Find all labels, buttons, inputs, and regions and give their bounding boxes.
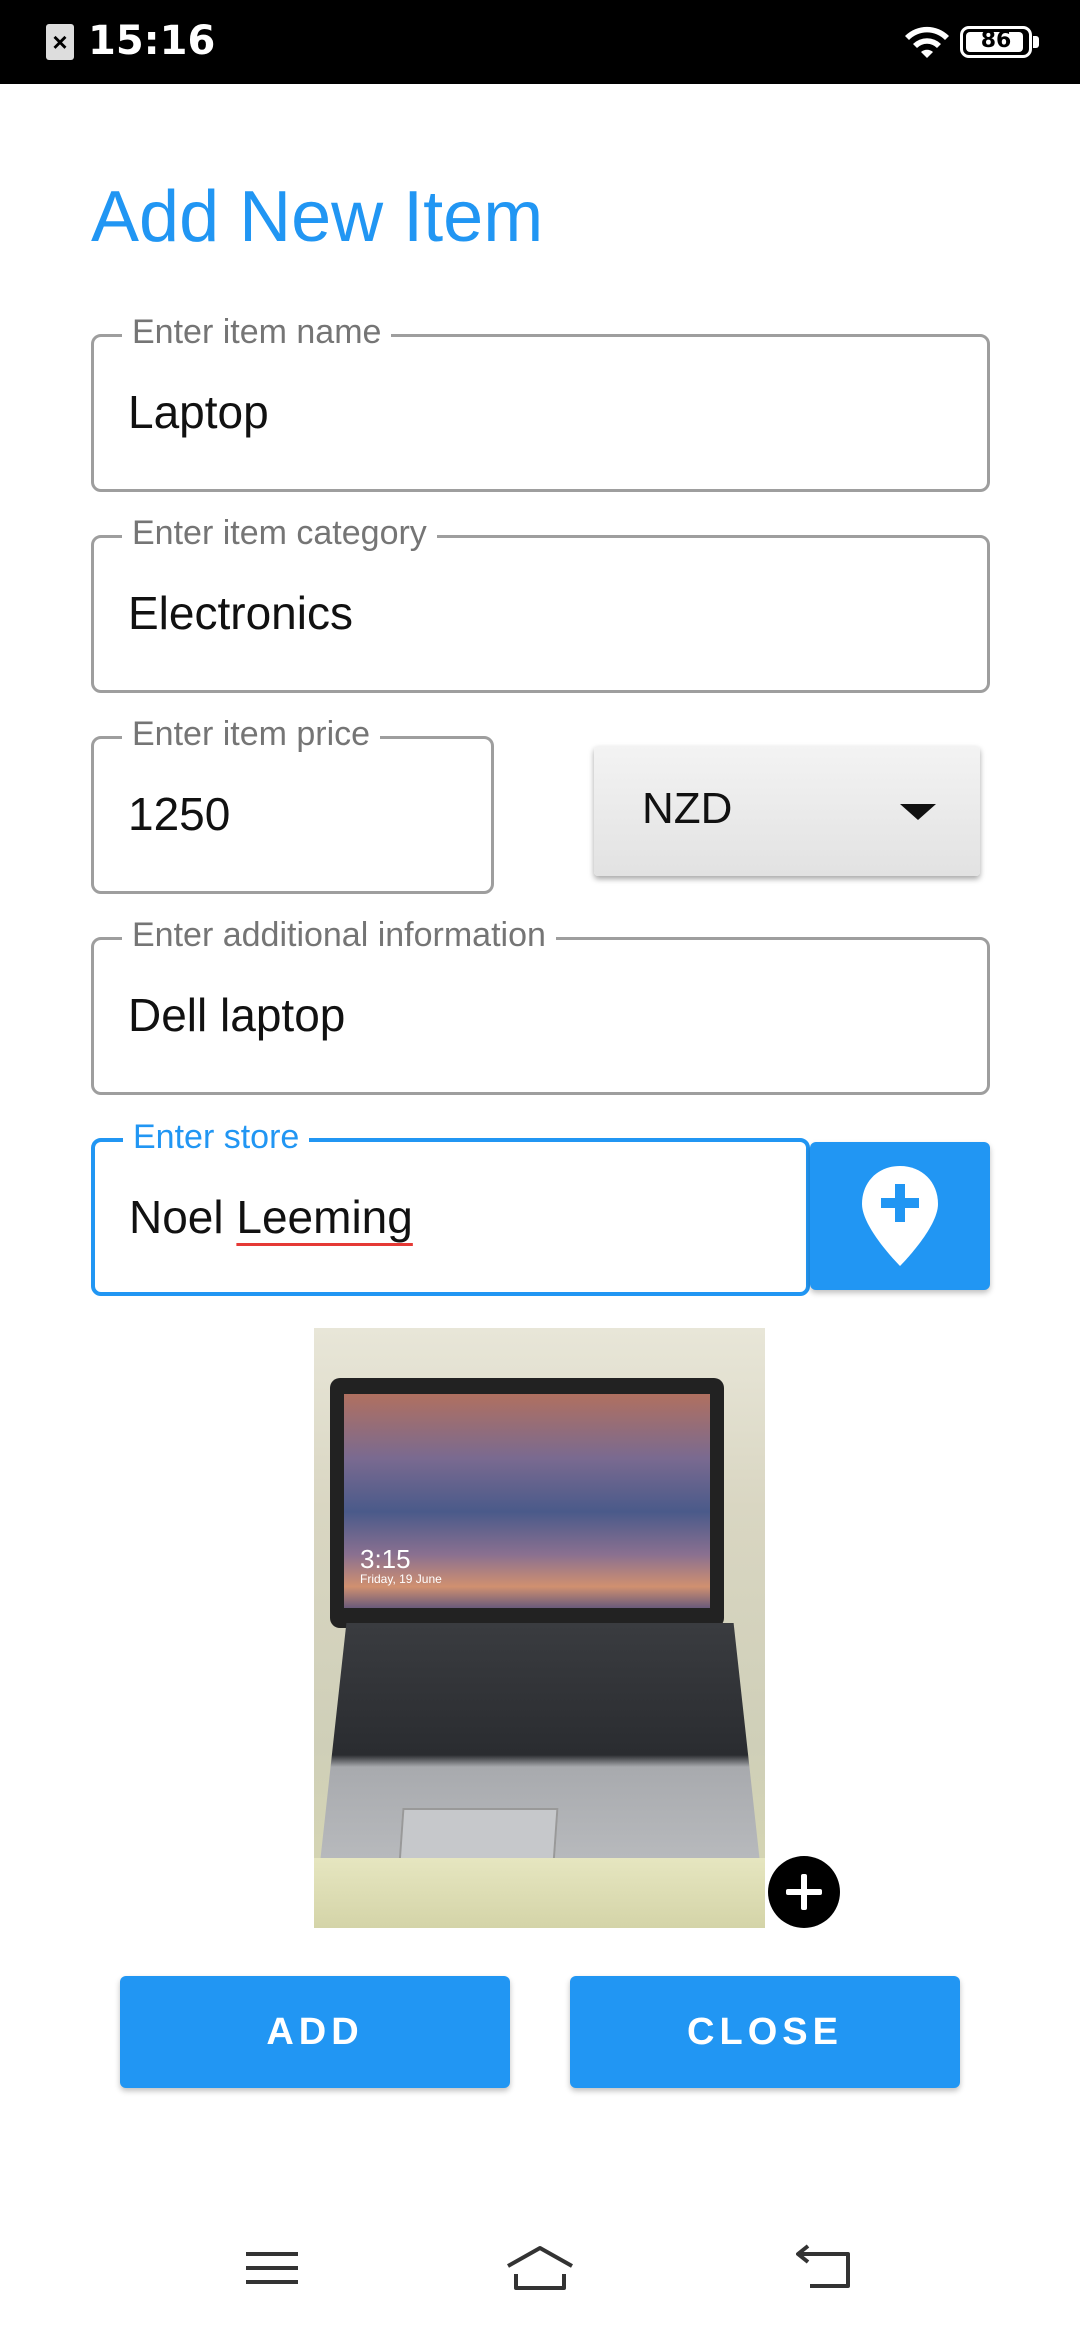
currency-select[interactable]: NZD: [594, 746, 980, 876]
additional-info-label: Enter additional information: [122, 916, 556, 955]
item-price-label: Enter item price: [122, 715, 381, 754]
additional-info-value: Dell laptop: [128, 989, 346, 1041]
store-value-first: Noel: [129, 1191, 224, 1243]
store-label: Enter store: [123, 1118, 310, 1157]
menu-icon[interactable]: [244, 2244, 300, 2292]
store-value: Noel Leeming: [129, 1190, 413, 1244]
status-time: 15:16: [88, 18, 216, 64]
back-icon[interactable]: [796, 2244, 852, 2292]
item-price-field[interactable]: Enter item price 1250: [91, 715, 494, 894]
page-title: Add New Item: [91, 177, 544, 257]
add-location-icon: [862, 1166, 938, 1266]
battery-icon: 86: [960, 26, 1032, 58]
add-location-button[interactable]: [810, 1142, 990, 1290]
close-button[interactable]: CLOSE: [570, 1976, 960, 2088]
laptop-display: 3:15 Friday, 19 June: [344, 1394, 710, 1608]
battery-level: 86: [980, 28, 1012, 53]
store-field[interactable]: Enter store Noel Leeming: [91, 1118, 810, 1296]
item-name-label: Enter item name: [122, 313, 392, 352]
laptop-screen: 3:15 Friday, 19 June: [330, 1378, 724, 1628]
battery-tip: [1033, 36, 1039, 48]
currency-selected: NZD: [642, 784, 733, 833]
item-category-field[interactable]: Enter item category Electronics: [91, 514, 990, 693]
sim-icon: ×: [46, 24, 74, 60]
store-value-misspelled: Leeming: [236, 1191, 413, 1243]
additional-info-field[interactable]: Enter additional information Dell laptop: [91, 916, 990, 1095]
add-button[interactable]: ADD: [120, 1976, 510, 2088]
chevron-down-icon: [900, 804, 936, 820]
item-category-label: Enter item category: [122, 514, 437, 553]
photo-screen-time: 3:15: [360, 1544, 411, 1574]
photo-screen-date: Friday, 19 June: [360, 1572, 442, 1586]
wifi-icon: [905, 26, 949, 58]
navigation-bar: [0, 2220, 1080, 2340]
item-category-value: Electronics: [128, 587, 353, 639]
status-bar: × 15:16 86: [0, 0, 1080, 84]
item-price-value: 1250: [128, 788, 231, 840]
bed-sheet: [314, 1858, 765, 1928]
add-photo-icon[interactable]: [768, 1856, 840, 1928]
home-icon[interactable]: [504, 2244, 576, 2292]
item-photo: 3:15 Friday, 19 June: [314, 1328, 765, 1928]
item-name-field[interactable]: Enter item name Laptop: [91, 313, 990, 492]
item-name-value: Laptop: [128, 386, 269, 438]
